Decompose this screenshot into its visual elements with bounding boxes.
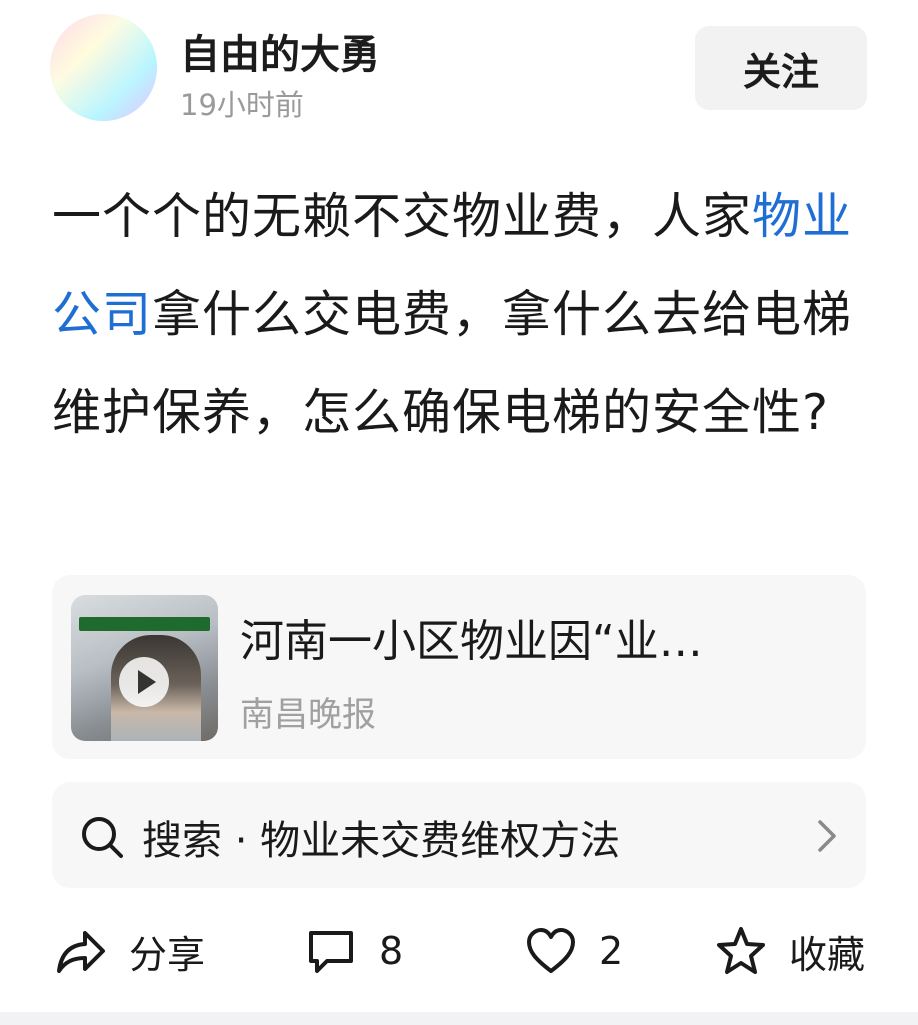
- favorite-label: 收藏: [789, 932, 866, 977]
- bottom-divider: [0, 1012, 918, 1025]
- post-header: 自由的大勇 19小时前 关注: [0, 0, 918, 130]
- chevron-right-icon: [818, 820, 836, 852]
- play-icon[interactable]: [119, 657, 169, 707]
- author-name[interactable]: 自由的大勇: [180, 22, 380, 80]
- action-bar: 分享 8 2 收藏: [0, 905, 918, 995]
- share-label: 分享: [129, 932, 206, 977]
- follow-button[interactable]: 关注: [695, 26, 867, 110]
- star-icon: [717, 927, 765, 974]
- heart-icon: [527, 928, 575, 973]
- video-card[interactable]: 河南一小区物业因“业… 南昌晚报: [52, 575, 866, 759]
- card-title[interactable]: 河南一小区物业因“业…: [240, 605, 703, 669]
- post-text-part1: 一个个的无赖不交物业费，人家: [52, 188, 753, 245]
- post-time: 19小时前: [180, 88, 304, 122]
- share-button[interactable]: 分享: [55, 923, 205, 979]
- post-text-part2: 拿什么交电费，拿什么去给电梯维护保养，怎么确保电梯的安全性?: [52, 286, 853, 441]
- comment-count: 8: [379, 929, 404, 973]
- thumbnail-banner: [79, 617, 210, 631]
- video-thumbnail[interactable]: [71, 595, 218, 741]
- post-text: 一个个的无赖不交物业费，人家物业公司拿什么交电费，拿什么去给电梯维护保养，怎么确…: [52, 168, 862, 462]
- search-icon: [82, 817, 123, 858]
- card-source: 南昌晚报: [240, 695, 376, 735]
- search-suggestion[interactable]: 搜索 · 物业未交费维权方法: [52, 782, 866, 888]
- comment-icon: [309, 931, 353, 973]
- like-count: 2: [599, 929, 624, 973]
- like-button[interactable]: 2: [525, 923, 623, 979]
- avatar[interactable]: [50, 14, 157, 121]
- comment-button[interactable]: 8: [305, 923, 403, 979]
- search-text[interactable]: 搜索 · 物业未交费维权方法: [142, 808, 620, 866]
- share-icon: [57, 931, 105, 973]
- favorite-button[interactable]: 收藏: [715, 923, 865, 979]
